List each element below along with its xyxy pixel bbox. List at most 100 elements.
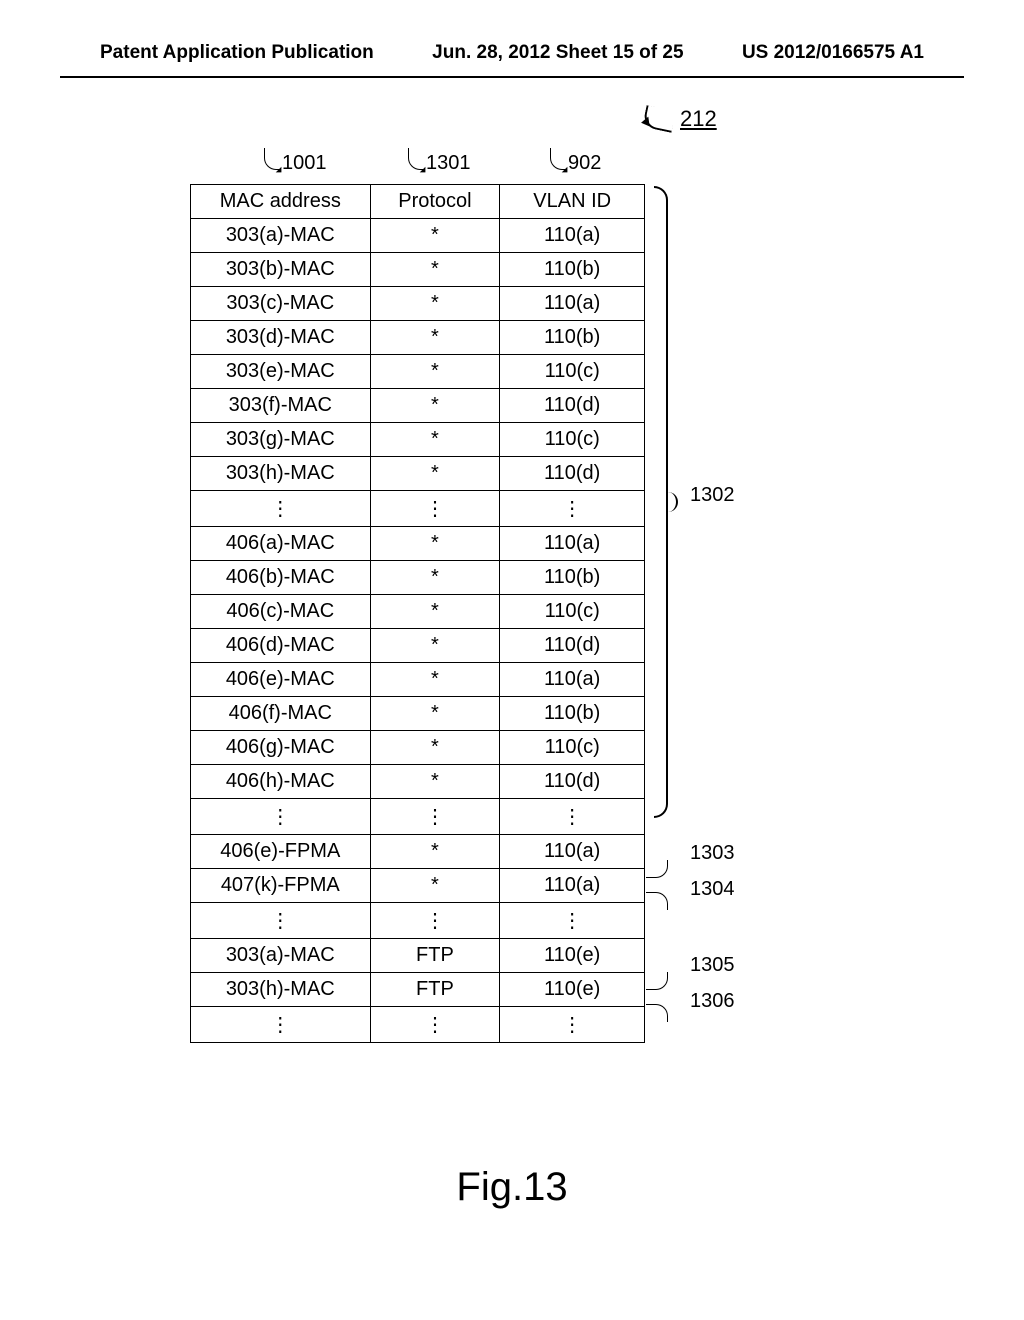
header-right: US 2012/0166575 A1 <box>742 42 924 64</box>
table-cell: * <box>370 457 500 491</box>
table-cell: ⋮ <box>370 903 500 939</box>
table-row: 303(g)-MAC*110(c) <box>191 423 645 457</box>
table-cell: ⋮ <box>370 491 500 527</box>
table-row: ⋮⋮⋮ <box>191 491 645 527</box>
table-cell: 110(a) <box>500 219 645 253</box>
table-row: 406(h)-MAC*110(d) <box>191 765 645 799</box>
table-cell: ⋮ <box>500 1007 645 1043</box>
table-row: 303(b)-MAC*110(b) <box>191 253 645 287</box>
table-cell: * <box>370 835 500 869</box>
ref-212-label: 212 <box>680 106 717 132</box>
table-row: ⋮⋮⋮ <box>191 1007 645 1043</box>
table-cell: 406(e)-MAC <box>191 663 371 697</box>
table-cell: ⋮ <box>191 799 371 835</box>
table-cell: * <box>370 731 500 765</box>
table-cell: ⋮ <box>191 1007 371 1043</box>
table-cell: 406(e)-FPMA <box>191 835 371 869</box>
table-cell: 407(k)-FPMA <box>191 869 371 903</box>
row-ref-1302: 1302 <box>690 484 735 507</box>
leader-arc-icon <box>264 148 280 170</box>
table-cell: ⋮ <box>370 799 500 835</box>
table-cell: 110(c) <box>500 595 645 629</box>
leader-hook-icon <box>646 860 668 878</box>
table-cell: 303(d)-MAC <box>191 321 371 355</box>
table-row: 406(b)-MAC*110(b) <box>191 561 645 595</box>
table-cell: ⋮ <box>191 903 371 939</box>
col-ref-1001: 1001 <box>282 152 327 175</box>
table-row: 303(c)-MAC*110(a) <box>191 287 645 321</box>
table-cell: * <box>370 219 500 253</box>
table-cell: 110(e) <box>500 939 645 973</box>
table-cell: * <box>370 253 500 287</box>
table-cell: 110(b) <box>500 561 645 595</box>
table-cell: 406(f)-MAC <box>191 697 371 731</box>
table-cell: 110(a) <box>500 869 645 903</box>
table-cell: 303(b)-MAC <box>191 253 371 287</box>
table-cell: 110(a) <box>500 287 645 321</box>
table-cell: * <box>370 355 500 389</box>
table-cell: 110(b) <box>500 321 645 355</box>
leader-hook-icon <box>646 892 668 910</box>
page-header: Patent Application Publication Jun. 28, … <box>0 0 1024 76</box>
table-cell: FTP <box>370 973 500 1007</box>
table-cell: 406(c)-MAC <box>191 595 371 629</box>
figure-caption: Fig.13 <box>0 1165 1024 1210</box>
figure-13: 212 1001 1301 902 MAC address Protocol V… <box>190 148 890 1043</box>
table-row: ⋮⋮⋮ <box>191 903 645 939</box>
vlan-mapping-table: MAC address Protocol VLAN ID 303(a)-MAC*… <box>190 184 645 1043</box>
row-ref-1306: 1306 <box>690 990 735 1013</box>
table-cell: 303(g)-MAC <box>191 423 371 457</box>
col-ref-902: 902 <box>568 152 601 175</box>
table-cell: * <box>370 389 500 423</box>
leader-hook-icon <box>646 1004 668 1022</box>
col-ref-1301: 1301 <box>426 152 471 175</box>
table-cell: 110(b) <box>500 253 645 287</box>
header-center: Jun. 28, 2012 Sheet 15 of 25 <box>432 42 683 64</box>
header-rule <box>60 76 964 78</box>
table-cell: * <box>370 561 500 595</box>
row-ref-1304: 1304 <box>690 878 735 901</box>
table-cell: 110(b) <box>500 697 645 731</box>
table-row: 406(a)-MAC*110(a) <box>191 527 645 561</box>
col-header-mac: MAC address <box>191 185 371 219</box>
table-cell: * <box>370 765 500 799</box>
table-cell: ⋮ <box>500 903 645 939</box>
table-cell: 303(f)-MAC <box>191 389 371 423</box>
table-row: 406(f)-MAC*110(b) <box>191 697 645 731</box>
table-row: 303(h)-MACFTP110(e) <box>191 973 645 1007</box>
table-cell: 110(a) <box>500 527 645 561</box>
table-cell: 303(h)-MAC <box>191 973 371 1007</box>
table-cell: 406(h)-MAC <box>191 765 371 799</box>
table-row: 406(g)-MAC*110(c) <box>191 731 645 765</box>
table-cell: * <box>370 321 500 355</box>
table-cell: 110(a) <box>500 835 645 869</box>
table-row: ⋮⋮⋮ <box>191 799 645 835</box>
table-row: 303(h)-MAC*110(d) <box>191 457 645 491</box>
table-cell: 110(c) <box>500 355 645 389</box>
table-row: 407(k)-FPMA*110(a) <box>191 869 645 903</box>
table-row: 406(e)-FPMA*110(a) <box>191 835 645 869</box>
table-cell: 303(h)-MAC <box>191 457 371 491</box>
table-row: 406(c)-MAC*110(c) <box>191 595 645 629</box>
table-cell: 406(g)-MAC <box>191 731 371 765</box>
leader-arrow-icon <box>642 105 676 133</box>
table-cell: ⋮ <box>370 1007 500 1043</box>
table-row: 406(d)-MAC*110(d) <box>191 629 645 663</box>
table-cell: * <box>370 423 500 457</box>
col-header-protocol: Protocol <box>370 185 500 219</box>
table-cell: 110(c) <box>500 731 645 765</box>
table-cell: 406(d)-MAC <box>191 629 371 663</box>
table-cell: * <box>370 869 500 903</box>
table-cell: ⋮ <box>500 491 645 527</box>
table-cell: * <box>370 629 500 663</box>
leader-arc-icon <box>550 148 566 170</box>
table-cell: 303(a)-MAC <box>191 219 371 253</box>
table-cell: * <box>370 663 500 697</box>
table-cell: 110(d) <box>500 629 645 663</box>
table-cell: 303(c)-MAC <box>191 287 371 321</box>
table-row: 303(d)-MAC*110(b) <box>191 321 645 355</box>
table-row: 406(e)-MAC*110(a) <box>191 663 645 697</box>
table-cell: 110(d) <box>500 389 645 423</box>
table-cell: 406(b)-MAC <box>191 561 371 595</box>
table-cell: 110(c) <box>500 423 645 457</box>
